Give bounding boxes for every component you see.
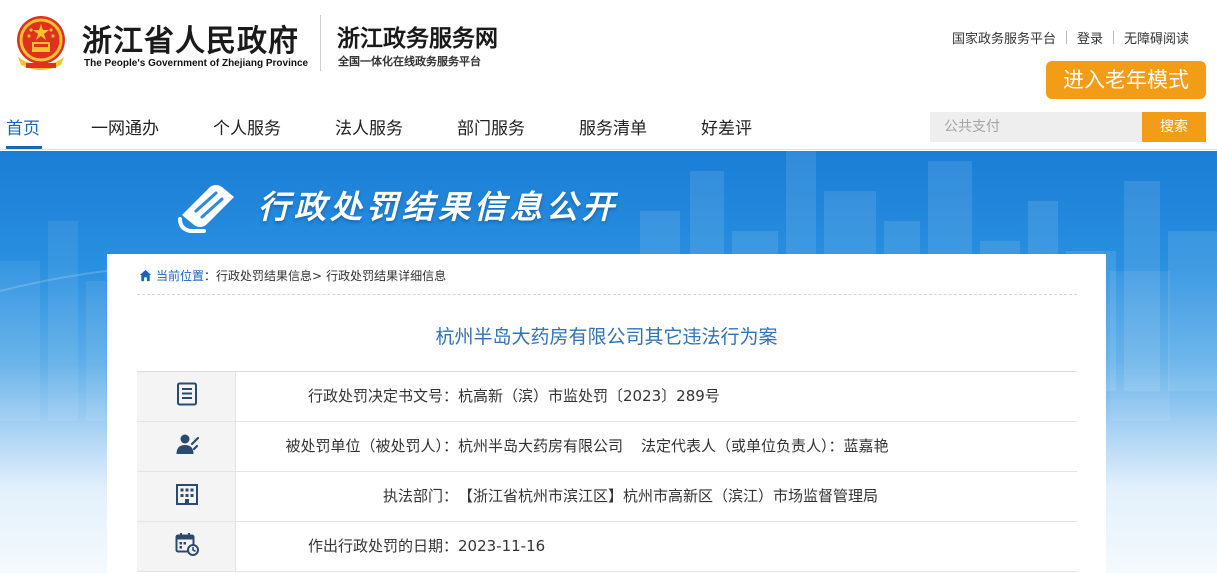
info-table: 行政处罚决定书文号：杭高新（滨）市监处罚〔2023〕289号 被处罚单位（被处罚… (137, 371, 1077, 572)
breadcrumb-item-detail: 行政处罚结果详细信息 (326, 269, 447, 283)
info-row-icon-cell (137, 472, 236, 521)
book-icon (178, 185, 234, 233)
nav-item-evaluation[interactable]: 好差评 (701, 114, 752, 139)
elder-mode-button[interactable]: 进入老年模式 (1046, 61, 1206, 99)
penalty-date-value: 2023-11-16 (458, 537, 546, 555)
portal-subtitle: 全国一体化在线政务服务平台 (338, 55, 481, 68)
banner-title: 行政处罚结果信息公开 (258, 188, 619, 226)
info-row-penalized-party: 被处罚单位（被处罚人）：杭州半岛大药房有限公司 法定代表人（或单位负责人）：蓝嘉艳 (137, 422, 1077, 472)
case-title: 杭州半岛大药房有限公司其它违法行为案 (435, 326, 778, 348)
document-list-icon (177, 382, 197, 406)
legal-representative-value: 蓝嘉艳 (843, 437, 889, 455)
nav-active-indicator (6, 146, 42, 149)
penalized-party-label: 被处罚单位（被处罚人）： (285, 437, 458, 455)
national-emblem-icon (17, 16, 65, 70)
home-icon (139, 269, 152, 282)
penalized-party-value: 杭州半岛大药房有限公司 (458, 437, 624, 455)
nav-item-one-stop[interactable]: 一网通办 (91, 114, 159, 139)
breadcrumb: 当前位置 ： 行政处罚结果信息> 行政处罚结果详细信息 (139, 267, 446, 284)
login-link[interactable]: 登录 (1077, 28, 1103, 47)
content-card: 当前位置 ： 行政处罚结果信息> 行政处罚结果详细信息 杭州半岛大药房有限公司其… (107, 254, 1106, 573)
user-icon (176, 434, 199, 454)
nav-item-departments[interactable]: 部门服务 (457, 114, 525, 139)
info-row-text: 被处罚单位（被处罚人）：杭州半岛大药房有限公司 法定代表人（或单位负责人）：蓝嘉艳 (236, 422, 1077, 471)
government-title: 浙江省人民政府 (82, 24, 299, 59)
info-row-text: 作出行政处罚的日期：2023-11-16 (236, 522, 1077, 571)
search-input[interactable] (930, 112, 1142, 142)
calendar-clock-icon (175, 533, 199, 556)
link-separator (1112, 30, 1114, 44)
enforcement-dept-value: 【浙江省杭州市滨江区】杭州市高新区（滨江）市场监督管理局 (458, 487, 879, 505)
info-row-decision-number: 行政处罚决定书文号：杭高新（滨）市监处罚〔2023〕289号 (137, 372, 1077, 422)
portal-title[interactable]: 浙江政务服务网 (337, 19, 498, 53)
info-row-icon-cell (137, 422, 236, 471)
nav-item-corporate[interactable]: 法人服务 (335, 114, 403, 139)
enforcement-dept-label: 执法部门： (382, 487, 458, 505)
accessibility-link[interactable]: 无障碍阅读 (1124, 28, 1189, 47)
top-links: 国家政务服务平台 登录 无障碍阅读 (952, 28, 1189, 47)
info-row-text: 执法部门：【浙江省杭州市滨江区】杭州市高新区（滨江）市场监督管理局 (236, 472, 1077, 521)
nav-item-home[interactable]: 首页 (6, 114, 40, 139)
link-separator (1065, 30, 1067, 44)
site-header: 浙江省人民政府 The People's Government of Zheji… (0, 0, 1217, 100)
decision-number-label: 行政处罚决定书文号： (307, 387, 458, 405)
penalty-date-label: 作出行政处罚的日期： (307, 537, 458, 555)
breadcrumb-current-label: 当前位置 (156, 269, 205, 283)
info-row-icon-cell (137, 372, 236, 421)
info-row-penalty-date: 作出行政处罚的日期：2023-11-16 (137, 522, 1077, 572)
government-subtitle: The People's Government of Zhejiang Prov… (84, 58, 309, 69)
info-row-enforcement-dept: 执法部门：【浙江省杭州市滨江区】杭州市高新区（滨江）市场监督管理局 (137, 472, 1077, 522)
decision-number-value: 杭高新（滨）市监处罚〔2023〕289号 (458, 387, 720, 405)
search-button[interactable]: 搜索 (1142, 112, 1206, 142)
breadcrumb-colon: ： (204, 269, 217, 283)
building-icon (176, 484, 198, 505)
nav-item-service-list[interactable]: 服务清单 (579, 114, 647, 139)
breadcrumb-divider (137, 294, 1077, 295)
breadcrumb-item-list[interactable]: 行政处罚结果信息> (216, 267, 322, 284)
national-platform-link[interactable]: 国家政务服务平台 (952, 28, 1056, 47)
info-row-icon-cell (137, 522, 236, 571)
nav-item-personal[interactable]: 个人服务 (213, 114, 281, 139)
header-divider (320, 15, 321, 71)
legal-representative-label: 法定代表人（或单位负责人）： (641, 437, 844, 455)
info-row-text: 行政处罚决定书文号：杭高新（滨）市监处罚〔2023〕289号 (236, 372, 1077, 421)
